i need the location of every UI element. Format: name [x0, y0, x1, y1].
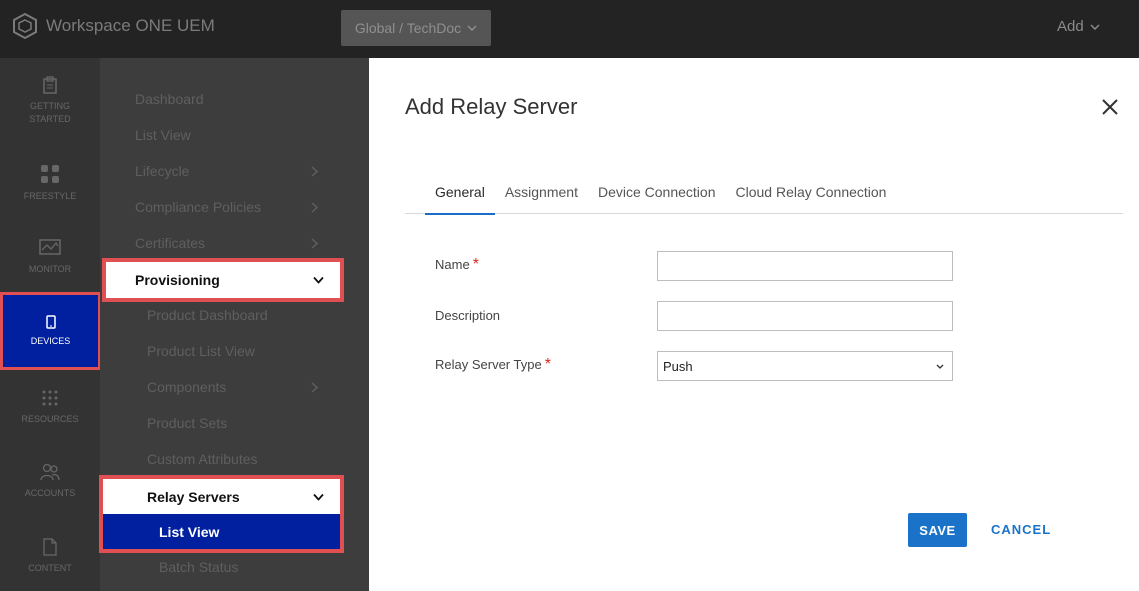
rail-item-freestyle[interactable]: FREESTYLE: [0, 164, 100, 203]
required-marker: *: [472, 256, 479, 273]
chevron-down-icon: [467, 25, 477, 31]
menu-item-product-dashboard[interactable]: Product Dashboard: [147, 307, 268, 323]
menu-item-components[interactable]: Components: [147, 379, 325, 395]
menu-label: List View: [135, 127, 191, 143]
chevron-right-icon: [311, 165, 318, 177]
add-relay-server-dialog: Add Relay Server General Assignment Devi…: [369, 58, 1139, 591]
rail-item-content[interactable]: CONTENT: [0, 538, 100, 575]
rail-label: FREESTYLE: [23, 191, 77, 201]
freestyle-icon: [41, 165, 59, 183]
workspace-one-logo-icon: [13, 12, 37, 40]
top-bar: Workspace ONE UEM Global / TechDoc Add: [0, 0, 1139, 58]
organization-group-selector[interactable]: Global / TechDoc: [341, 10, 491, 46]
menu-label: Dashboard: [135, 91, 204, 107]
rail-label: GETTING: [30, 101, 70, 111]
menu-label: Provisioning: [135, 272, 220, 288]
chevron-right-icon: [311, 237, 318, 249]
rail-label: ACCOUNTS: [24, 488, 76, 498]
relay-server-type-label: Relay Server Type *: [435, 356, 551, 374]
menu-item-compliance-policies[interactable]: Compliance Policies: [135, 199, 325, 215]
menu-item-provisioning[interactable]: Provisioning: [102, 258, 344, 302]
menu-item-relay-servers[interactable]: Relay Servers: [103, 479, 340, 514]
chevron-right-icon: [311, 381, 318, 393]
menu-item-batch-status[interactable]: Batch Status: [159, 559, 238, 575]
monitor-icon: [39, 239, 61, 255]
grid-dots-icon: [42, 390, 58, 406]
description-input[interactable]: [657, 301, 953, 331]
relay-server-type-select[interactable]: Push: [657, 351, 953, 381]
rail-label: DEVICES: [30, 336, 71, 346]
name-label: Name *: [435, 256, 479, 274]
rail-item-monitor[interactable]: MONITOR: [0, 239, 100, 276]
label-text: Name: [435, 257, 470, 272]
menu-label: Batch Status: [159, 559, 239, 575]
menu-label: Compliance Policies: [135, 199, 262, 215]
tab-general[interactable]: General: [405, 176, 495, 215]
brand-name: Workspace ONE UEM: [46, 16, 215, 35]
tab-assignment[interactable]: Assignment: [495, 176, 588, 214]
description-label: Description: [435, 308, 500, 323]
select-value: Push: [663, 358, 693, 374]
label-text: Description: [435, 308, 501, 323]
rail-item-resources[interactable]: RESOURCES: [0, 389, 100, 426]
rail-label: STARTED: [29, 114, 71, 124]
main-nav-rail: GETTING STARTED FREESTYLE MONITOR DEVICE…: [0, 58, 101, 591]
chevron-down-icon: [313, 276, 324, 284]
menu-item-certificates[interactable]: Certificates: [135, 235, 325, 251]
add-menu-button[interactable]: Add: [1057, 18, 1100, 35]
document-icon: [43, 538, 57, 556]
cancel-button[interactable]: CANCEL: [991, 522, 1051, 537]
rail-label: MONITOR: [28, 264, 72, 274]
menu-item-relay-list-view[interactable]: List View: [103, 514, 340, 549]
save-button[interactable]: SAVE: [908, 513, 967, 547]
chevron-down-icon: [1090, 23, 1100, 30]
chevron-down-icon: [936, 364, 944, 369]
tab-cloud-relay-connection[interactable]: Cloud Relay Connection: [725, 176, 896, 214]
menu-label: Lifecycle: [135, 163, 190, 179]
rail-item-getting-started[interactable]: GETTING STARTED: [0, 76, 100, 126]
menu-label: Components: [147, 379, 227, 395]
chevron-right-icon: [311, 201, 318, 213]
rail-item-accounts[interactable]: ACCOUNTS: [0, 463, 100, 500]
menu-item-product-sets[interactable]: Product Sets: [147, 415, 227, 431]
phone-icon: [45, 315, 56, 329]
menu-label: List View: [159, 523, 220, 540]
menu-item-product-list-view[interactable]: Product List View: [147, 343, 255, 359]
brand[interactable]: Workspace ONE UEM: [12, 12, 215, 40]
close-icon[interactable]: [1101, 98, 1119, 116]
menu-label: Custom Attributes: [147, 451, 258, 467]
org-group-label: Global / TechDoc: [354, 20, 462, 36]
menu-label: Product List View: [147, 343, 255, 359]
name-input[interactable]: [657, 251, 953, 281]
tab-device-connection[interactable]: Device Connection: [588, 176, 726, 214]
users-icon: [40, 463, 60, 481]
rail-label: RESOURCES: [21, 414, 79, 424]
menu-item-dashboard[interactable]: Dashboard: [135, 91, 204, 107]
chevron-down-icon: [313, 493, 324, 500]
menu-label: Certificates: [135, 235, 206, 251]
label-text: Relay Server Type: [435, 357, 542, 372]
menu-item-list-view[interactable]: List View: [135, 127, 191, 143]
dialog-title: Add Relay Server: [405, 94, 578, 119]
clipboard-icon: [43, 76, 57, 94]
dialog-tabs: General Assignment Device Connection Clo…: [405, 176, 1123, 215]
rail-item-devices[interactable]: DEVICES: [0, 292, 101, 370]
menu-item-lifecycle[interactable]: Lifecycle: [135, 163, 325, 179]
menu-item-custom-attributes[interactable]: Custom Attributes: [147, 451, 258, 467]
rail-label: CONTENT: [28, 563, 72, 573]
required-marker: *: [544, 356, 551, 373]
add-label: Add: [1057, 18, 1084, 35]
menu-label: Relay Servers: [147, 488, 240, 505]
menu-label: Product Sets: [147, 415, 228, 431]
menu-label: Product Dashboard: [147, 307, 268, 323]
